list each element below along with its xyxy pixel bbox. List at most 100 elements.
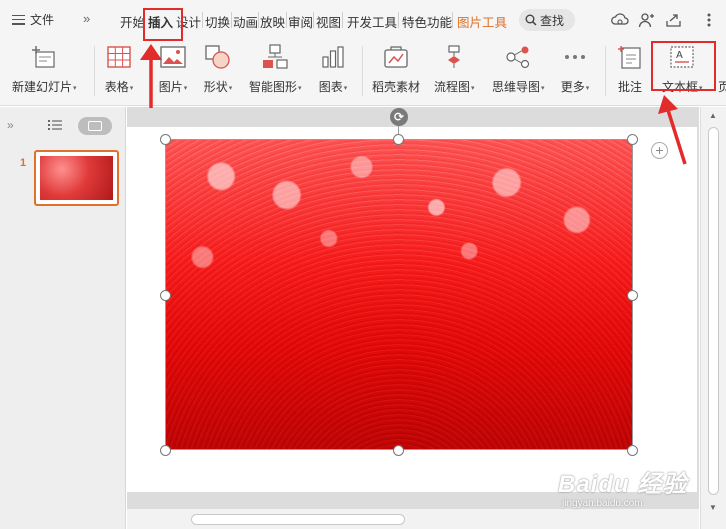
tab-divider bbox=[202, 12, 203, 28]
ribbon-divider bbox=[362, 46, 363, 96]
file-menu-button[interactable]: 文件 bbox=[12, 11, 54, 28]
more-label: 更多 bbox=[560, 80, 585, 94]
tab-review[interactable]: 审阅 bbox=[288, 12, 313, 31]
stock-material-button[interactable]: 稻壳素材 bbox=[372, 42, 420, 95]
red-glitter-picture[interactable] bbox=[165, 139, 633, 450]
shape-icon bbox=[203, 42, 233, 72]
tab-developer[interactable]: 开发工具 bbox=[347, 12, 397, 31]
expand-pane-icon[interactable]: » bbox=[7, 118, 14, 132]
chart-button[interactable]: 图表▾ bbox=[318, 42, 348, 95]
textbox-icon: A bbox=[667, 42, 697, 72]
svg-text:A: A bbox=[676, 50, 683, 61]
ellipsis-icon bbox=[560, 42, 590, 72]
tab-slideshow[interactable]: 放映 bbox=[260, 12, 285, 31]
tab-special-features[interactable]: 特色功能 bbox=[402, 12, 452, 31]
shape-button[interactable]: 形状▾ bbox=[203, 42, 233, 95]
resize-handle-top[interactable] bbox=[393, 134, 404, 145]
new-slide-button[interactable]: 新建幻灯片▾ bbox=[12, 42, 77, 95]
watermark-sub-text: jingyan.baidu.com bbox=[562, 498, 643, 509]
slide-thumbnail-icon bbox=[88, 121, 102, 131]
shape-label: 形状 bbox=[203, 80, 228, 94]
smart-art-label: 智能图形 bbox=[249, 80, 298, 94]
search-label: 查找 bbox=[540, 13, 565, 28]
resize-handle-bottom-right[interactable] bbox=[627, 445, 638, 456]
textbox-button[interactable]: A 文本框▾ bbox=[662, 42, 703, 95]
textbox-label: 文本框 bbox=[662, 80, 699, 94]
tab-divider bbox=[286, 12, 287, 28]
tab-divider bbox=[258, 12, 259, 28]
scroll-down-icon[interactable]: ▼ bbox=[709, 503, 717, 512]
tab-bar: 文件 » 开始 插入 设计 切换 动画 放映 审阅 视图 开发工具 特色功能 图… bbox=[0, 0, 726, 38]
comment-label: 批注 bbox=[617, 80, 642, 94]
mindmap-label: 思维导图 bbox=[492, 80, 541, 94]
table-label: 表格 bbox=[104, 80, 129, 94]
ribbon-divider bbox=[94, 46, 95, 96]
tab-divider bbox=[452, 12, 453, 28]
page-label-cut-off[interactable]: 页 bbox=[718, 78, 726, 95]
resize-handle-left[interactable] bbox=[160, 290, 171, 301]
watermark-main-text: Baidu 经验 bbox=[558, 471, 688, 498]
comment-icon bbox=[615, 42, 645, 72]
tab-view[interactable]: 视图 bbox=[316, 12, 341, 31]
horizontal-scroll-thumb[interactable] bbox=[191, 514, 405, 525]
search-icon bbox=[525, 14, 537, 26]
tab-animation[interactable]: 动画 bbox=[233, 12, 258, 31]
more-vertical-icon[interactable] bbox=[699, 10, 719, 30]
flowchart-button[interactable]: 流程图▾ bbox=[434, 42, 475, 95]
slide-thumbnail[interactable] bbox=[34, 150, 119, 206]
table-icon bbox=[104, 42, 134, 72]
bar-chart-icon bbox=[318, 42, 348, 72]
tab-insert[interactable]: 插入 bbox=[148, 12, 173, 31]
mindmap-icon bbox=[503, 42, 533, 72]
table-button[interactable]: 表格▾ bbox=[104, 42, 134, 95]
scroll-up-icon[interactable]: ▲ bbox=[709, 111, 717, 120]
add-user-icon[interactable] bbox=[636, 10, 656, 30]
resize-handle-bottom[interactable] bbox=[393, 445, 404, 456]
outline-view-icon[interactable] bbox=[48, 119, 62, 131]
tab-picture-tools[interactable]: 图片工具 bbox=[457, 12, 507, 31]
picture-icon bbox=[158, 42, 188, 72]
material-library-icon bbox=[381, 42, 411, 72]
picture-label: 图片 bbox=[158, 80, 183, 94]
smart-art-button[interactable]: 智能图形▾ bbox=[249, 42, 302, 95]
double-chevron-icon[interactable]: » bbox=[83, 11, 90, 26]
slide-number: 1 bbox=[20, 157, 27, 169]
vertical-scrollbar[interactable]: ▲ ▼ bbox=[700, 107, 726, 529]
slide[interactable]: ⟳ + bbox=[127, 108, 697, 492]
comment-button[interactable]: 批注 bbox=[615, 42, 645, 95]
tab-divider bbox=[231, 12, 232, 28]
tab-home[interactable]: 开始 bbox=[120, 12, 145, 31]
vertical-scroll-thumb[interactable] bbox=[708, 127, 719, 495]
resize-handle-top-right[interactable] bbox=[627, 134, 638, 145]
insert-ribbon: 新建幻灯片▾ 表格▾ 图片▾ 形状▾ 智能图形▾ 图表▾ 稻壳素材 流程图▾ 思… bbox=[0, 38, 726, 106]
tab-design[interactable]: 设计 bbox=[176, 12, 201, 31]
new-slide-icon bbox=[29, 42, 59, 72]
resize-handle-bottom-left[interactable] bbox=[160, 445, 171, 456]
smart-art-icon bbox=[260, 42, 290, 72]
tab-transition[interactable]: 切换 bbox=[205, 12, 230, 31]
rotate-handle-icon[interactable]: ⟳ bbox=[390, 108, 408, 126]
tab-divider bbox=[342, 12, 343, 28]
mindmap-button[interactable]: 思维导图▾ bbox=[492, 42, 545, 95]
search-button[interactable]: 查找 bbox=[519, 9, 575, 31]
share-icon[interactable] bbox=[664, 10, 684, 30]
resize-handle-top-left[interactable] bbox=[160, 134, 171, 145]
tab-divider bbox=[398, 12, 399, 28]
picture-button[interactable]: 图片▾ bbox=[158, 42, 188, 95]
ribbon-divider bbox=[605, 46, 606, 96]
add-element-icon[interactable]: + bbox=[651, 142, 668, 159]
slides-pane: » 1 bbox=[0, 107, 126, 529]
chart-label: 图表 bbox=[318, 80, 343, 94]
resize-handle-right[interactable] bbox=[627, 290, 638, 301]
flowchart-icon bbox=[439, 42, 469, 72]
stock-material-label: 稻壳素材 bbox=[372, 80, 421, 94]
cloud-sync-icon[interactable] bbox=[610, 10, 630, 30]
flowchart-label: 流程图 bbox=[434, 80, 471, 94]
baidu-watermark: Baidu 经验 jingyan.baidu.com bbox=[548, 462, 698, 514]
slide-thumbnail-image bbox=[40, 156, 113, 200]
more-button[interactable]: 更多▾ bbox=[560, 42, 590, 95]
tab-divider bbox=[313, 12, 314, 28]
file-menu-label: 文件 bbox=[30, 13, 55, 27]
new-slide-label: 新建幻灯片 bbox=[12, 80, 73, 94]
thumbnail-view-toggle[interactable] bbox=[78, 117, 112, 135]
